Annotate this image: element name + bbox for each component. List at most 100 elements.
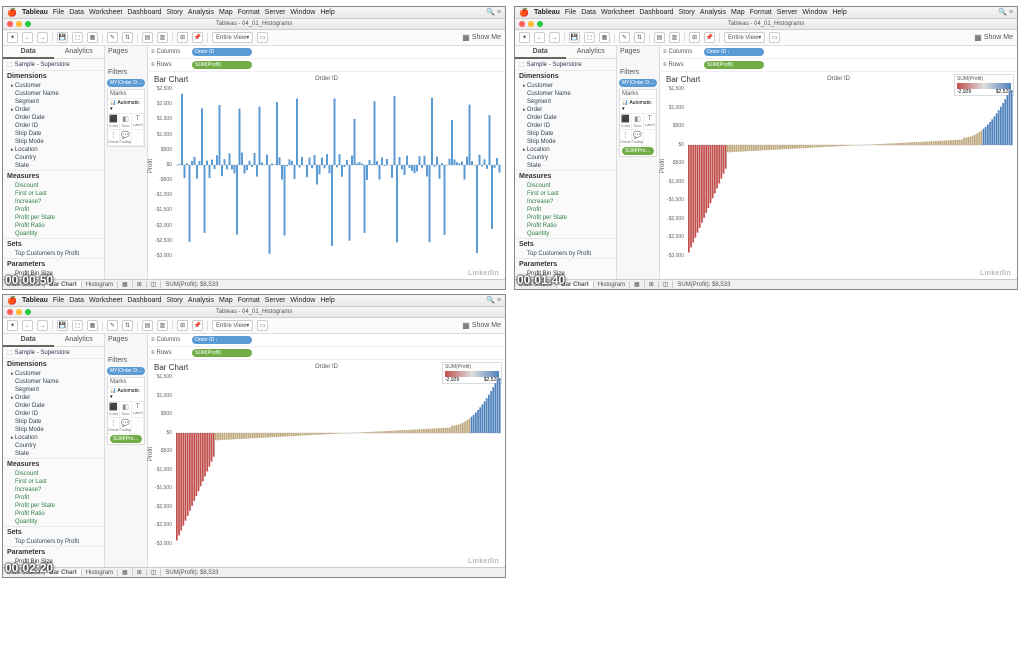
- fit-selector[interactable]: Entire View ▾: [212, 320, 253, 331]
- fit-selector[interactable]: Entire View ▾: [724, 32, 765, 43]
- pin-button[interactable]: 📌: [704, 32, 715, 43]
- menu-format[interactable]: Format: [750, 9, 772, 16]
- meas-quantity[interactable]: Quantity: [515, 230, 616, 238]
- dim-order-id[interactable]: Order ID: [3, 122, 104, 130]
- pages-shelf[interactable]: Pages: [105, 46, 147, 57]
- spotlight-icon[interactable]: 🔍 ≡: [486, 8, 501, 16]
- dim-segment[interactable]: Segment: [515, 98, 616, 106]
- meas-profit[interactable]: Profit: [515, 206, 616, 214]
- chart-plot-area[interactable]: [660, 86, 1017, 259]
- columns-shelf[interactable]: Order ID: [188, 47, 505, 57]
- forward-button[interactable]: →: [37, 320, 48, 331]
- dim-order[interactable]: Order: [3, 106, 104, 114]
- tableau-logo-icon[interactable]: ✦: [7, 32, 18, 43]
- rows-pill[interactable]: SUM(Profit): [192, 61, 252, 69]
- meas-profit-state[interactable]: Profit per State: [3, 214, 104, 222]
- new-sheet-tab[interactable]: ▦: [118, 569, 133, 576]
- new-sheet-tab[interactable]: ▦: [630, 281, 645, 288]
- new-story-tab[interactable]: ◫: [147, 569, 162, 576]
- menu-file[interactable]: File: [565, 9, 576, 16]
- menu-window[interactable]: Window: [802, 9, 827, 16]
- rows-pill[interactable]: SUM(Profit): [704, 61, 764, 69]
- chart-plot-area[interactable]: [148, 374, 505, 547]
- columns-pill[interactable]: Order ID: [192, 48, 252, 56]
- menu-story[interactable]: Story: [679, 9, 695, 16]
- menu-dashboard[interactable]: Dashboard: [127, 9, 161, 16]
- columns-shelf[interactable]: Order ID ↓: [188, 335, 505, 345]
- dim-location[interactable]: Location: [3, 146, 104, 154]
- marks-color[interactable]: ⬛Color: [620, 114, 632, 130]
- dim-customer-name[interactable]: Customer Name: [3, 378, 104, 386]
- tab-data[interactable]: Data: [515, 46, 566, 59]
- traffic-lights[interactable]: [7, 21, 31, 27]
- dim-segment[interactable]: Segment: [3, 98, 104, 106]
- swap-button[interactable]: ⇅: [122, 320, 133, 331]
- tab-analytics[interactable]: Analytics: [54, 334, 105, 347]
- group-button[interactable]: ⊞: [689, 32, 700, 43]
- datasource[interactable]: Sample - Superstore: [3, 59, 104, 70]
- new-data-button[interactable]: ⬚: [72, 32, 83, 43]
- marks-type-select[interactable]: 📊 Automatic ▾: [108, 99, 144, 114]
- dim-customer[interactable]: Customer: [3, 370, 104, 378]
- sort-asc-button[interactable]: ▤: [142, 320, 153, 331]
- dim-order-id[interactable]: Order ID: [515, 122, 616, 130]
- marks-size[interactable]: ◧Size: [120, 402, 133, 418]
- marks-color[interactable]: ⬛Color: [108, 114, 120, 130]
- menu-server[interactable]: Server: [265, 297, 286, 304]
- marks-detail[interactable]: ⋮Detail: [620, 130, 632, 146]
- marks-color-pill[interactable]: SUM(Profit): [110, 435, 142, 443]
- datasource[interactable]: Sample - Superstore: [515, 59, 616, 70]
- new-sheet-button[interactable]: ▦: [87, 32, 98, 43]
- tableau-logo-icon[interactable]: ✦: [7, 320, 18, 331]
- menu-story[interactable]: Story: [167, 297, 183, 304]
- menu-help[interactable]: Help: [320, 297, 334, 304]
- sort-asc-button[interactable]: ▤: [654, 32, 665, 43]
- pages-shelf[interactable]: Pages: [617, 46, 659, 57]
- dim-order-date[interactable]: Order Date: [3, 402, 104, 410]
- menu-server[interactable]: Server: [265, 9, 286, 16]
- back-button[interactable]: ←: [22, 32, 33, 43]
- meas-first-or-last[interactable]: First or Last: [515, 190, 616, 198]
- back-button[interactable]: ←: [22, 320, 33, 331]
- swap-button[interactable]: ⇅: [122, 32, 133, 43]
- menu-worksheet[interactable]: Worksheet: [601, 9, 634, 16]
- marks-color[interactable]: ⬛Color: [108, 402, 120, 418]
- pin-button[interactable]: 📌: [192, 320, 203, 331]
- spotlight-icon[interactable]: 🔍 ≡: [486, 296, 501, 304]
- tab-analytics[interactable]: Analytics: [54, 46, 105, 59]
- clear-button[interactable]: ✎: [107, 32, 118, 43]
- meas-increase[interactable]: Increase?: [3, 198, 104, 206]
- pages-shelf[interactable]: Pages: [105, 334, 147, 345]
- forward-button[interactable]: →: [549, 32, 560, 43]
- marks-label[interactable]: TLabel: [132, 114, 144, 130]
- forward-button[interactable]: →: [37, 32, 48, 43]
- present-button[interactable]: ▭: [769, 32, 780, 43]
- menu-window[interactable]: Window: [290, 297, 315, 304]
- dim-country[interactable]: Country: [3, 442, 104, 450]
- save-button[interactable]: 💾: [57, 320, 68, 331]
- meas-profit[interactable]: Profit: [3, 494, 104, 502]
- present-button[interactable]: ▭: [257, 320, 268, 331]
- menu-worksheet[interactable]: Worksheet: [89, 9, 122, 16]
- marks-type-select[interactable]: 📊 Automatic ▾: [620, 99, 656, 114]
- menu-window[interactable]: Window: [290, 9, 315, 16]
- menu-tableau[interactable]: Tableau: [22, 9, 48, 16]
- dim-segment[interactable]: Segment: [3, 386, 104, 394]
- marks-tooltip[interactable]: 💬Tooltip: [632, 130, 645, 146]
- save-button[interactable]: 💾: [57, 32, 68, 43]
- new-dashboard-tab[interactable]: ⊞: [645, 281, 659, 288]
- new-sheet-button[interactable]: ▦: [599, 32, 610, 43]
- new-dashboard-tab[interactable]: ⊞: [133, 569, 147, 576]
- menu-data[interactable]: Data: [581, 9, 596, 16]
- dim-ship-mode[interactable]: Ship Mode: [3, 426, 104, 434]
- menu-analysis[interactable]: Analysis: [700, 9, 726, 16]
- filter-pill[interactable]: MY(Order Date): Dec...: [619, 79, 657, 87]
- marks-color-pill[interactable]: SUM(Profit): [622, 147, 654, 155]
- spotlight-icon[interactable]: 🔍 ≡: [998, 8, 1013, 16]
- columns-shelf[interactable]: Order ID ↓: [700, 47, 1017, 57]
- new-data-button[interactable]: ⬚: [584, 32, 595, 43]
- meas-increase[interactable]: Increase?: [3, 486, 104, 494]
- marks-label[interactable]: TLabel: [132, 402, 144, 418]
- swap-button[interactable]: ⇅: [634, 32, 645, 43]
- dim-order[interactable]: Order: [3, 394, 104, 402]
